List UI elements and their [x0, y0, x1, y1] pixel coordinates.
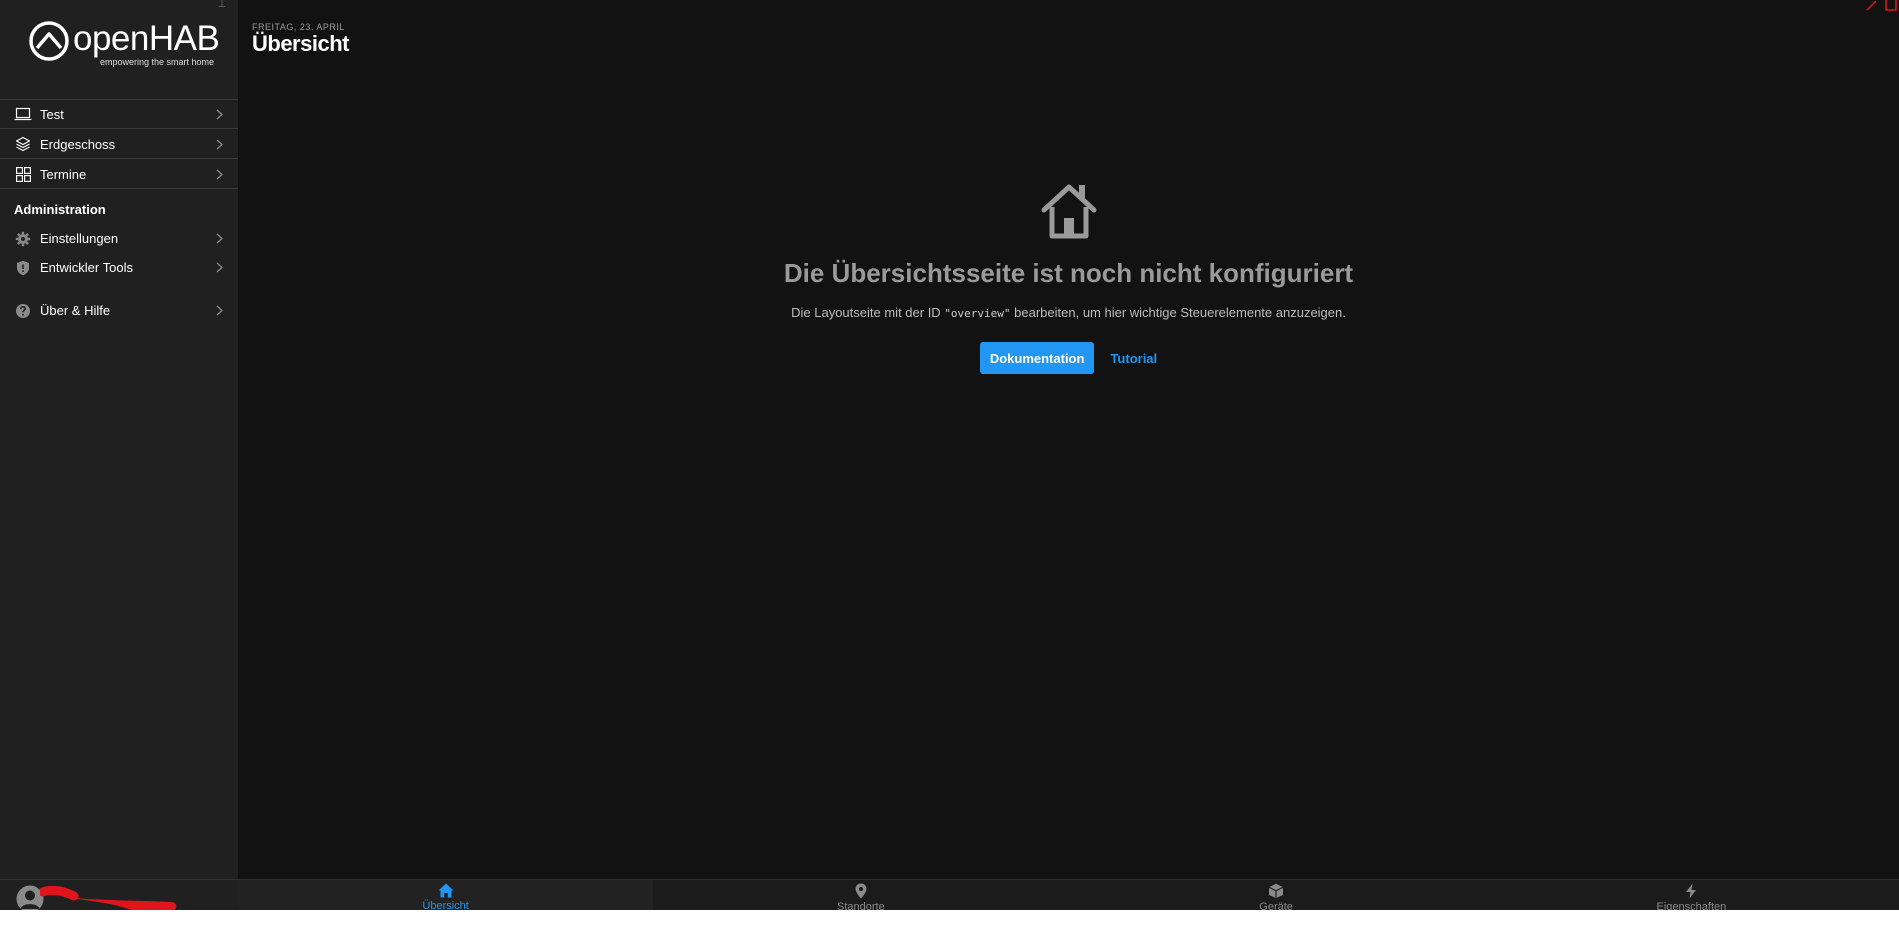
pin-icon[interactable]: ⊥ — [216, 0, 228, 10]
sidebar-item-label: Termine — [40, 166, 87, 182]
sidebar-item-label: Test — [40, 106, 64, 122]
overview-id-code: "overview" — [944, 307, 1011, 320]
app-window: ⊥ openHAB empowering the smart home Test — [0, 0, 1899, 914]
house-icon — [1041, 184, 1096, 239]
desc-text-after: bearbeiten, um hier wichtige Steuereleme… — [1010, 305, 1346, 320]
sidebar-item-test[interactable]: Test — [0, 100, 238, 129]
openhab-logo-icon — [29, 21, 69, 61]
question-icon — [14, 302, 32, 320]
sidebar-item-label: Über & Hilfe — [40, 303, 111, 318]
chevron-right-icon — [214, 305, 224, 316]
section-title-administration: Administration — [14, 202, 106, 217]
chevron-right-icon — [214, 233, 224, 244]
sidebar-item-einstellungen[interactable]: Einstellungen — [0, 224, 238, 253]
cube-icon — [1268, 883, 1284, 899]
shield-icon — [14, 259, 32, 277]
brand-name: openHAB — [73, 19, 220, 58]
empty-state-title: Die Übersichtsseite ist noch nicht konfi… — [783, 258, 1354, 288]
sidebar-item-ueber-hilfe[interactable]: Über & Hilfe — [0, 296, 238, 325]
tab-eigenschaften[interactable]: Eigenschaften — [1484, 880, 1899, 913]
empty-state-description: Die Layoutseite mit der ID "overview" be… — [238, 305, 1899, 320]
bolt-icon — [1683, 883, 1699, 899]
chevron-right-icon — [214, 262, 224, 273]
chevron-right-icon — [214, 139, 224, 150]
sidebar-item-label: Einstellungen — [40, 231, 119, 246]
sidebar-footer — [0, 879, 238, 914]
brand-tagline: empowering the smart home — [100, 57, 215, 67]
gear-icon — [14, 230, 32, 248]
sidebar-item-entwickler-tools[interactable]: Entwickler Tools — [0, 253, 238, 282]
sidebar-item-label: Erdgeschoss — [40, 136, 116, 152]
tab-standorte[interactable]: Standorte — [653, 880, 1068, 913]
location-pin-icon — [853, 883, 869, 899]
sidebar-item-erdgeschoss[interactable]: Erdgeschoss — [0, 130, 238, 159]
layers-icon — [14, 135, 32, 153]
grid-icon — [14, 165, 32, 183]
sidebar: ⊥ openHAB empowering the smart home Test — [0, 0, 238, 914]
bottom-tabbar: Übersicht Standorte Geräte Eigenschaften — [238, 879, 1899, 913]
tab-geraete[interactable]: Geräte — [1069, 880, 1484, 913]
window-corner-marks — [1866, 0, 1897, 11]
home-icon — [438, 883, 454, 898]
chevron-right-icon — [214, 169, 224, 180]
empty-state: Die Übersichtsseite ist noch nicht konfi… — [238, 180, 1899, 374]
sidebar-item-termine[interactable]: Termine — [0, 160, 238, 189]
screen-bottom-strip — [0, 910, 1899, 925]
tab-uebersicht[interactable]: Übersicht — [238, 880, 654, 912]
laptop-icon — [14, 105, 32, 123]
desc-text-before: Die Layoutseite mit der ID — [791, 305, 945, 320]
tutorial-link[interactable]: Tutorial — [1110, 351, 1157, 366]
sidebar-item-label: Entwickler Tools — [40, 260, 133, 275]
documentation-button[interactable]: Dokumentation — [979, 342, 1095, 374]
openhab-logo[interactable]: openHAB empowering the smart home — [28, 18, 220, 67]
chevron-right-icon — [214, 109, 224, 120]
page-title: Übersicht — [252, 31, 349, 56]
empty-state-actions: Dokumentation Tutorial — [238, 342, 1899, 374]
